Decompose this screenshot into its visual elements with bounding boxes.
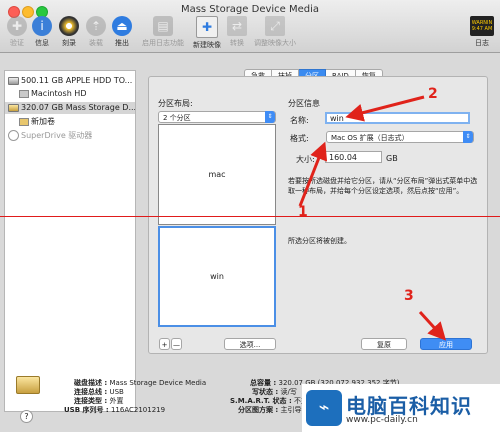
usb-drive-icon — [16, 376, 40, 394]
help-button[interactable]: ? — [20, 410, 33, 423]
annotation-arrows — [298, 95, 447, 341]
annotation-number-1: 1 — [298, 204, 308, 220]
monitor-icon: ⌁ — [306, 390, 342, 426]
watermark-logo: ⌁ 电脑百科知识 www.pc-daily.cn — [302, 384, 500, 432]
annotation-number-3: 3 — [404, 288, 414, 304]
annotation-arrow-3 — [418, 310, 447, 341]
annotation-number-2: 2 — [428, 86, 438, 102]
annotation-arrow-1 — [298, 141, 328, 207]
annotation-arrow-2 — [345, 95, 425, 122]
usb-serial-row: USB 序列号 : 116AC2101219 — [64, 406, 166, 414]
watermark-url: www.pc-daily.cn — [346, 415, 418, 425]
